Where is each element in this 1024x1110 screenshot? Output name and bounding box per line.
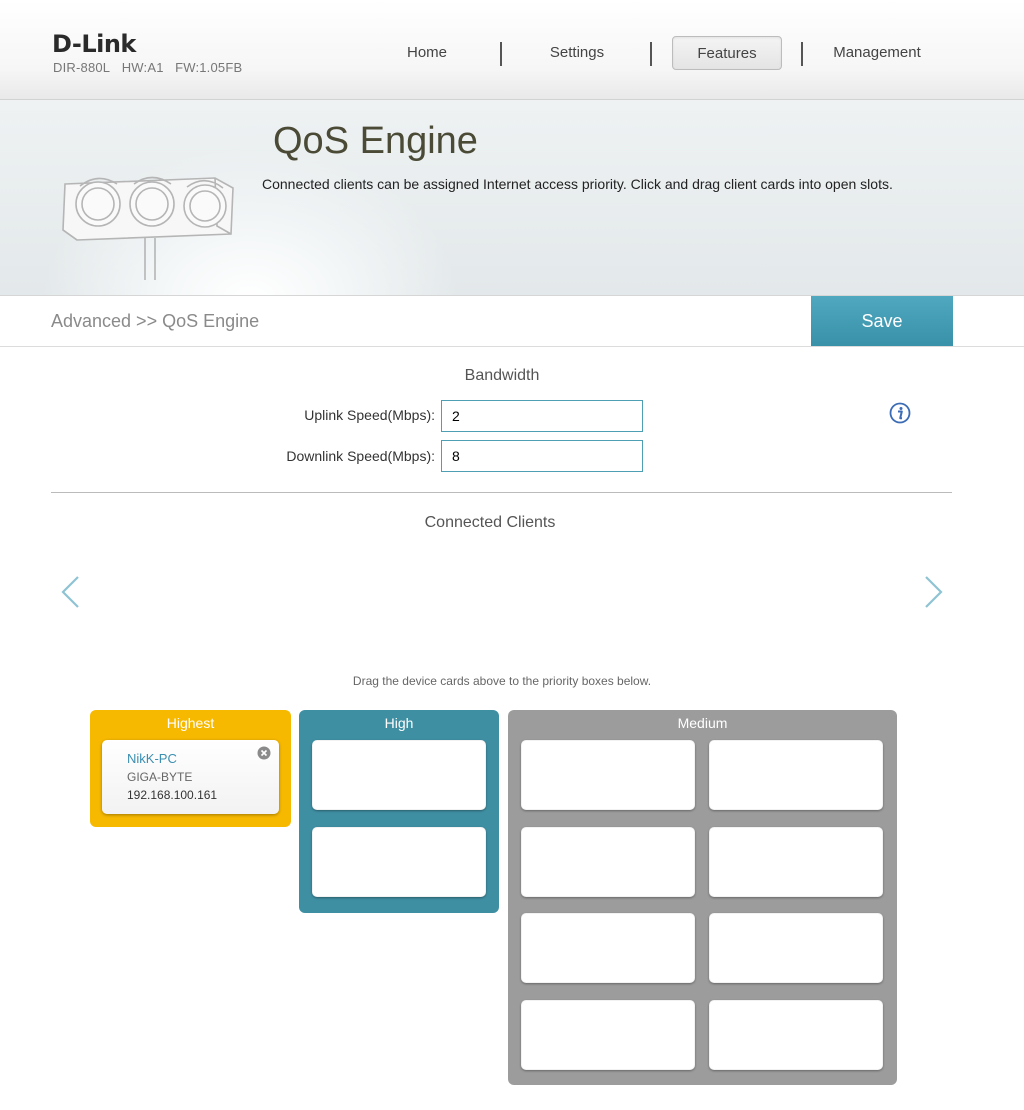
device-info: DIR-880L HW:A1 FW:1.05FB <box>53 60 242 75</box>
priority-label: Medium <box>677 715 728 731</box>
empty-slot[interactable] <box>312 740 486 810</box>
info-icon[interactable] <box>889 402 911 424</box>
page-title: QoS Engine <box>273 120 478 162</box>
bandwidth-heading: Bandwidth <box>464 367 540 384</box>
uplink-speed-label: Uplink Speed(Mbps): <box>304 407 435 423</box>
client-ip: 192.168.100.161 <box>127 788 218 802</box>
empty-slot[interactable] <box>709 827 883 897</box>
empty-slot[interactable] <box>521 827 695 897</box>
nav-settings[interactable]: Settings <box>522 36 632 70</box>
client-vendor: GIGA-BYTE <box>127 770 193 784</box>
empty-slot[interactable] <box>709 1000 883 1070</box>
qos-engine-icon <box>62 176 234 280</box>
downlink-speed-label: Downlink Speed(Mbps): <box>286 448 435 464</box>
nav-separator <box>801 42 803 66</box>
empty-slot[interactable] <box>521 740 695 810</box>
client-name: NikK-PC <box>127 751 177 766</box>
priority-label: High <box>384 715 414 731</box>
hw-version: HW:A1 <box>121 60 164 75</box>
breadcrumb: Advanced >> QoS Engine <box>51 311 260 331</box>
uplink-speed-input[interactable] <box>441 400 643 432</box>
section-divider <box>51 492 952 493</box>
empty-slot[interactable] <box>312 827 486 897</box>
nav-management[interactable]: Management <box>822 36 932 70</box>
connected-clients-heading: Connected Clients <box>424 514 556 531</box>
chevron-left-icon[interactable] <box>58 574 82 610</box>
nav-separator <box>650 42 652 66</box>
chevron-right-icon[interactable] <box>922 574 946 610</box>
priority-box-highest[interactable]: Highest NikK-PC GIGA-BYTE 192.168.100.16… <box>90 710 291 827</box>
page-banner: QoS Engine Connected clients can be assi… <box>0 100 1024 296</box>
drag-hint: Drag the device cards above to the prior… <box>352 674 652 688</box>
page-description: Connected clients can be assigned Intern… <box>262 176 893 192</box>
empty-slot[interactable] <box>709 913 883 983</box>
priority-box-medium[interactable]: Medium <box>508 710 897 1085</box>
empty-slot[interactable] <box>521 1000 695 1070</box>
close-icon[interactable] <box>257 746 271 760</box>
save-button[interactable]: Save <box>811 296 953 346</box>
priority-box-high[interactable]: High <box>299 710 499 913</box>
downlink-speed-input[interactable] <box>441 440 643 472</box>
fw-version: FW:1.05FB <box>175 60 243 75</box>
model-name: DIR-880L <box>53 60 111 75</box>
nav-separator <box>500 42 502 66</box>
top-header: D-Link DIR-880L HW:A1 FW:1.05FB Home Set… <box>0 0 1024 100</box>
dlink-logo: D-Link <box>52 30 136 58</box>
breadcrumb-bar: Advanced >> QoS Engine Save <box>0 296 1024 347</box>
empty-slot[interactable] <box>709 740 883 810</box>
empty-slot[interactable] <box>521 913 695 983</box>
priority-label: Highest <box>166 715 215 731</box>
client-card[interactable]: NikK-PC GIGA-BYTE 192.168.100.161 <box>102 740 279 814</box>
nav-home[interactable]: Home <box>372 36 482 70</box>
nav-features[interactable]: Features <box>672 36 782 70</box>
